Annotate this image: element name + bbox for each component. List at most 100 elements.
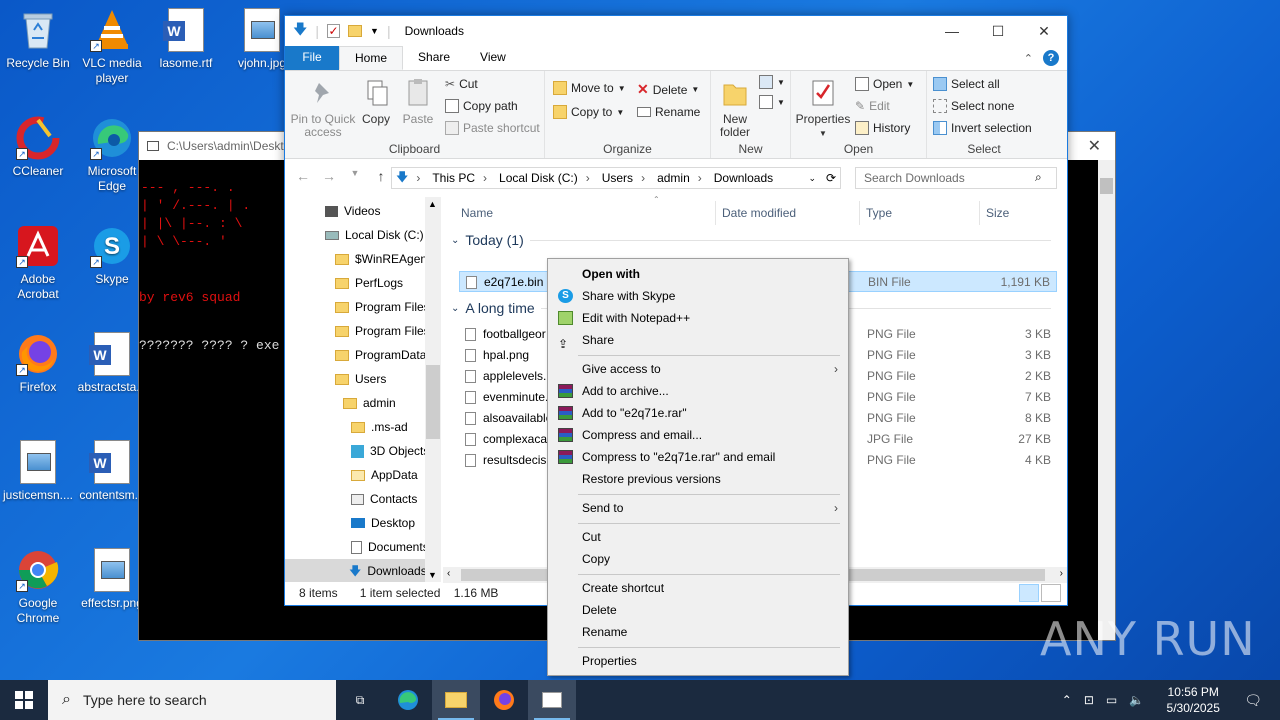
menu-item-add-archive[interactable]: Add to archive... [548,380,848,402]
console-scrollbar[interactable] [1098,160,1115,640]
taskbar-search[interactable]: ⌕ Type here to search [48,680,336,720]
taskbar-file-explorer[interactable] [432,680,480,720]
group-header-today[interactable]: ⌄ Today (1) [451,232,1051,248]
menu-item-compress-email[interactable]: Compress and email... [548,424,848,446]
nav-item[interactable]: 3D Objects [351,439,429,463]
desktop-icon-recycle-bin[interactable]: Recycle Bin [0,8,76,71]
up-arrow-icon[interactable]: ↑ [371,168,391,184]
desktop-icon-firefox[interactable]: ↗ Firefox [0,332,76,395]
chevron-up-icon[interactable]: ⌃ [1062,693,1072,707]
menu-item-properties[interactable]: Properties [548,650,848,672]
cut-button[interactable]: ✂ Cut [445,77,478,91]
nav-item-selected[interactable]: 🡇 Downloads [285,559,427,582]
scroll-up-icon[interactable]: ▲ [428,199,437,209]
menu-item-share-skype[interactable]: S Share with Skype [548,285,848,307]
minimize-icon[interactable]: — [929,16,975,46]
notifications-icon[interactable]: 🗨 [1244,692,1262,709]
maximize-icon[interactable]: ☐ [975,16,1021,46]
scroll-left-icon[interactable]: ‹ [447,568,450,579]
menu-item-open-with[interactable]: Open with [548,263,848,285]
menu-item-share[interactable]: ⇪ Share [548,329,848,351]
menu-item-create-shortcut[interactable]: Create shortcut [548,577,848,599]
nav-item[interactable]: ProgramData [335,343,426,367]
large-icons-view-icon[interactable] [1041,584,1061,602]
tab-view[interactable]: View [465,46,521,70]
breadcrumb-item[interactable]: This PC [432,171,475,185]
select-all-button[interactable]: Select all [933,77,1000,91]
address-bar[interactable]: 🡇 › This PC › Local Disk (C:) › Users › … [391,167,841,189]
close-icon[interactable]: ✕ [1021,16,1067,46]
scroll-down-icon[interactable]: ▼ [428,570,437,580]
new-folder-button[interactable]: New folder [715,77,755,139]
scroll-thumb[interactable] [426,365,440,439]
edit-button[interactable]: ✎ Edit [855,99,890,113]
paste-shortcut-button[interactable]: Paste shortcut [445,121,540,135]
forward-arrow-icon[interactable]: → [319,168,339,184]
menu-item-copy[interactable]: Copy [548,548,848,570]
scroll-right-icon[interactable]: › [1060,568,1063,579]
nav-item[interactable]: Videos [325,199,380,223]
menu-item-restore[interactable]: Restore previous versions [548,468,848,490]
menu-item-send-to[interactable]: Send to › [548,497,848,519]
recent-chevron-icon[interactable]: ▼ [345,168,365,184]
breadcrumb-item[interactable]: Local Disk (C:) [499,171,578,185]
nav-item[interactable]: $WinREAgent [335,247,430,271]
network-icon[interactable]: ⊡ [1084,693,1094,707]
nav-item[interactable]: Program Files [335,295,430,319]
volume-icon[interactable]: 🔈 [1129,693,1144,707]
nav-item[interactable]: Desktop [351,511,415,535]
taskbar-firefox[interactable] [480,680,528,720]
desktop-icon-ccleaner[interactable]: ↗ CCleaner [0,116,76,179]
column-header-size[interactable]: Size [986,201,1009,225]
paste-button[interactable]: Paste [401,77,435,126]
menu-item-compress-rar-email[interactable]: Compress to "e2q71e.rar" and email [548,446,848,468]
collapse-ribbon-icon[interactable]: ⌃ [1024,52,1033,65]
nav-item[interactable]: PerfLogs [335,271,403,295]
search-input[interactable]: Search Downloads [855,167,1057,189]
task-view-button[interactable]: ⧉ [336,680,384,720]
nav-scrollbar[interactable]: ▲ ▼ [425,197,441,582]
desktop-icon-lasome[interactable]: W lasome.rtf [148,8,224,71]
nav-item[interactable]: Users [335,367,386,391]
nav-item[interactable]: Documents [351,535,429,559]
desktop-icon-acrobat[interactable]: ↗ Adobe Acrobat [0,224,76,302]
breadcrumb-item[interactable]: Downloads [714,171,773,185]
breadcrumb-item[interactable]: Users [602,171,633,185]
navigation-pane[interactable]: Videos Local Disk (C:) $WinREAgent PerfL… [285,197,441,582]
desktop-icon-vlc[interactable]: ↗ VLC media player [74,8,150,86]
history-button[interactable]: History [855,121,910,135]
menu-item-delete[interactable]: Delete [548,599,848,621]
invert-selection-button[interactable]: Invert selection [933,121,1032,135]
pin-quick-access-button[interactable]: Pin to Quick access [289,77,357,139]
select-none-button[interactable]: Select none [933,99,1014,113]
taskbar-edge[interactable] [384,680,432,720]
new-folder-icon[interactable] [348,25,363,37]
menu-item-edit-notepad[interactable]: Edit with Notepad++ [548,307,848,329]
details-view-icon[interactable] [1019,584,1039,602]
move-to-button[interactable]: Move to ▼ [553,81,626,95]
nav-item[interactable]: Local Disk (C:) [325,223,424,247]
column-header-name[interactable]: Name [461,201,493,225]
delete-button[interactable]: ✕ Delete ▼ [637,81,699,98]
clock[interactable]: 10:56 PM 5/30/2025 [1158,684,1228,716]
tab-file[interactable]: File [285,46,339,70]
tab-share[interactable]: Share [403,46,465,70]
help-icon[interactable]: ? [1043,50,1059,66]
column-header-date[interactable]: Date modified [722,201,796,225]
menu-item-add-rar[interactable]: Add to "e2q71e.rar" [548,402,848,424]
copy-to-button[interactable]: Copy to ▼ [553,105,624,119]
breadcrumb-item[interactable]: admin [657,171,690,185]
desktop-icon-justicemsn[interactable]: justicemsn.... [0,440,76,503]
chevron-down-icon[interactable]: ▼ [370,26,379,36]
back-arrow-icon[interactable]: ← [293,168,313,184]
nav-item[interactable]: .ms-ad [351,415,408,439]
scroll-thumb[interactable] [1100,178,1113,194]
nav-item[interactable]: AppData [351,463,418,487]
open-button[interactable]: Open ▼ [855,77,914,91]
new-item-button[interactable]: ▼ [759,75,785,89]
copy-button[interactable]: Copy [359,77,393,126]
close-icon[interactable]: ✕ [1088,136,1101,156]
nav-item[interactable]: admin [343,391,396,415]
refresh-icon[interactable]: ⟳ [826,171,836,185]
nav-item[interactable]: Contacts [351,487,417,511]
